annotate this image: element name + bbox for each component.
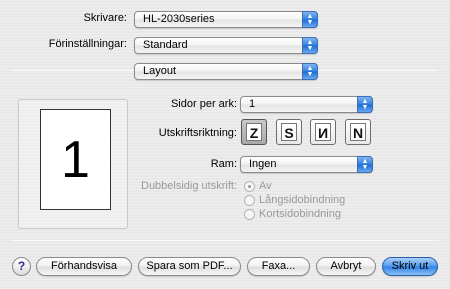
direction-n2-button[interactable]: N — [345, 119, 371, 145]
duplex-short-edge-label: Kortsidobindning — [259, 208, 341, 220]
direction-s-icon: S — [281, 123, 297, 141]
border-label: Ram: — [210, 158, 237, 170]
popup-arrows-icon: ▲ ▼ — [357, 156, 373, 173]
layout-preview-page: 1 — [40, 109, 111, 210]
presets-value: Standard — [143, 39, 188, 51]
popup-arrows-icon: ▲ ▼ — [302, 37, 318, 54]
direction-n-button[interactable]: N — [310, 119, 336, 145]
save-pdf-button[interactable]: Spara som PDF... — [138, 257, 241, 276]
presets-select[interactable]: Standard ▲ ▼ — [134, 37, 318, 54]
printer-value: HL-2030series — [143, 13, 215, 25]
direction-s-button[interactable]: S — [276, 119, 302, 145]
direction-n-icon: N — [350, 123, 366, 141]
duplex-label: Dubbelsidig utskrift: — [141, 180, 237, 192]
popup-arrows-icon: ▲ ▼ — [302, 63, 318, 80]
direction-label: Utskriftsriktning: — [158, 127, 237, 139]
border-value: Ingen — [249, 158, 277, 170]
cancel-button[interactable]: Avbryt — [316, 257, 376, 276]
duplex-off-radio[interactable]: Av — [244, 180, 272, 192]
fax-button[interactable]: Faxa... — [247, 257, 310, 276]
separator — [12, 240, 438, 241]
radio-selected-icon — [244, 180, 255, 192]
printer-label: Skrivare: — [83, 12, 127, 24]
duplex-off-label: Av — [259, 180, 272, 192]
preview-button[interactable]: Förhandsvisa — [36, 257, 132, 276]
popup-arrows-icon: ▲ ▼ — [302, 11, 318, 28]
help-button[interactable]: ? — [12, 257, 31, 276]
pages-per-sheet-value: 1 — [249, 98, 256, 110]
panel-value: Layout — [143, 65, 177, 77]
pages-per-sheet-label: Sidor per ark: — [170, 98, 237, 110]
duplex-long-edge-radio[interactable]: Långsidobindning — [244, 194, 345, 206]
border-select[interactable]: Ingen ▲ ▼ — [240, 156, 373, 173]
radio-icon — [244, 194, 255, 206]
duplex-long-edge-label: Långsidobindning — [259, 194, 346, 206]
direction-z-button[interactable]: Z — [241, 119, 267, 145]
popup-arrows-icon: ▲ ▼ — [357, 96, 373, 113]
duplex-short-edge-radio[interactable]: Kortsidobindning — [244, 208, 341, 220]
printer-select[interactable]: HL-2030series ▲ ▼ — [134, 11, 318, 28]
direction-z-icon: Z — [246, 123, 262, 141]
direction-n-reverse-icon: N — [315, 123, 331, 141]
radio-icon — [244, 208, 255, 220]
panel-select[interactable]: Layout ▲ ▼ — [134, 63, 318, 80]
presets-label: Förinställningar: — [48, 38, 127, 50]
print-button[interactable]: Skriv ut — [382, 257, 438, 276]
pages-per-sheet-select[interactable]: 1 ▲ ▼ — [240, 96, 373, 113]
